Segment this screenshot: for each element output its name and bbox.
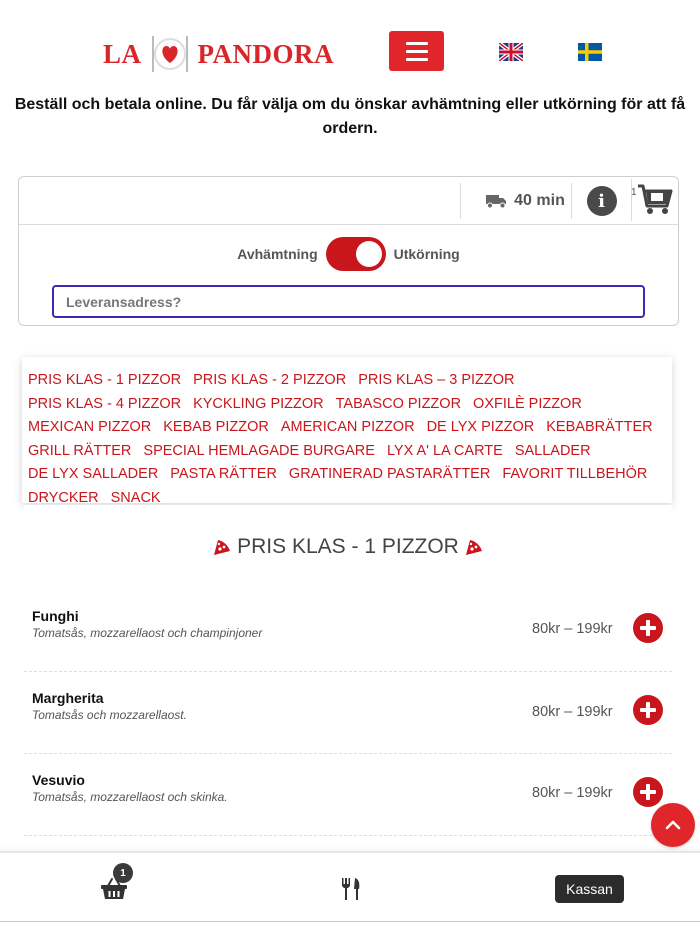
category-link[interactable]: KYCKLING PIZZOR	[193, 395, 324, 414]
category-link[interactable]: DE LYX PIZZOR	[427, 418, 535, 437]
hamburger-menu-button[interactable]	[389, 31, 444, 71]
logo-text-right: PANDORA	[197, 38, 334, 69]
pizza-slice-icon	[214, 540, 231, 555]
category-link[interactable]: DE LYX SALLADER	[28, 465, 158, 484]
add-item-button[interactable]	[633, 613, 663, 643]
sweden-flag-icon[interactable]	[578, 43, 602, 61]
cart-icon	[637, 184, 672, 214]
item-name: Vesuvio	[32, 772, 85, 788]
category-link[interactable]: PRIS KLAS – 3 PIZZOR	[358, 371, 514, 390]
pickup-label: Avhämtning	[237, 246, 318, 262]
menu-item: Vesuvio Tomatsås, mozzarellaost och skin…	[24, 754, 672, 836]
info-button[interactable]: i	[571, 183, 631, 219]
item-name: Funghi	[32, 608, 79, 624]
uk-flag-icon[interactable]	[499, 43, 523, 61]
toggle-knob	[355, 241, 382, 267]
header: LA PANDORA	[0, 0, 700, 90]
category-nav: PRIS KLAS - 1 PIZZOR PRIS KLAS - 2 PIZZOR…	[22, 357, 672, 506]
menu-item: Funghi Tomatsås, mozzarellaost och champ…	[24, 590, 672, 672]
logo-text-left: LA	[103, 38, 142, 69]
item-price: 80kr – 199kr	[532, 621, 613, 637]
delivery-time-value: 40 min	[514, 192, 565, 209]
item-name: Margherita	[32, 690, 104, 706]
delivery-toolbar: 40 min i	[19, 177, 678, 225]
pizza-slice-icon	[465, 540, 482, 555]
item-description: Tomatsås, mozzarellaost och skinka.	[32, 790, 228, 804]
category-link[interactable]: TABASCO PIZZOR	[336, 395, 461, 414]
category-link[interactable]: PASTA RÄTTER	[170, 465, 277, 484]
item-price: 80kr – 199kr	[532, 704, 613, 720]
item-description: Tomatsås och mozzarellaost.	[32, 708, 187, 722]
cart-count: 1	[631, 187, 637, 198]
delivery-label: Utkörning	[393, 246, 460, 262]
basket-count-badge: 1	[113, 863, 133, 883]
delivery-mode-toggle[interactable]	[325, 237, 386, 271]
cutlery-icon[interactable]	[340, 877, 362, 901]
hamburger-icon-line	[405, 57, 428, 61]
delivery-panel: 40 min i Avhämtning Utkörning	[18, 176, 679, 326]
intro-text: Beställ och betala online. Du får välja …	[14, 96, 686, 137]
category-link[interactable]: FAVORIT TILLBEHÖR	[502, 465, 647, 484]
category-link[interactable]: PRIS KLAS - 2 PIZZOR	[193, 371, 346, 390]
category-link[interactable]: MEXICAN PIZZOR	[28, 418, 151, 437]
category-link[interactable]: OXFILÈ PIZZOR	[473, 395, 582, 414]
logo[interactable]: LA PANDORA	[103, 26, 334, 82]
address-input[interactable]	[52, 285, 645, 318]
section-title: PRIS KLAS - 1 PIZZOR	[24, 535, 672, 559]
bottom-bar: Kassan	[0, 851, 700, 921]
category-link[interactable]: KEBABRÄTTER	[546, 418, 652, 437]
cart-button[interactable]	[631, 179, 677, 221]
category-link[interactable]: LYX A' LA CARTE	[387, 442, 503, 461]
add-item-button[interactable]	[633, 695, 663, 725]
category-link[interactable]: SALLADER	[515, 442, 591, 461]
add-item-button[interactable]	[633, 777, 663, 807]
truck-icon	[486, 195, 507, 209]
item-price: 80kr – 199kr	[532, 785, 613, 801]
info-icon: i	[586, 186, 617, 216]
category-link[interactable]: SPECIAL HEMLAGADE BURGARE	[143, 442, 375, 461]
hamburger-icon-line	[405, 41, 428, 45]
menu-item: Margherita Tomatsås och mozzarellaost. 8…	[24, 672, 672, 754]
delivery-mode-row: Avhämtning Utkörning	[19, 237, 678, 271]
bottom-strip	[0, 921, 700, 934]
category-link[interactable]: AMERICAN PIZZOR	[281, 418, 415, 437]
section-title-text: PRIS KLAS - 1 PIZZOR	[237, 535, 459, 558]
category-link[interactable]: PRIS KLAS - 4 PIZZOR	[28, 395, 181, 414]
logo-heart-plate-icon	[148, 32, 192, 76]
chevron-up-icon	[665, 820, 681, 830]
hamburger-icon-line	[405, 49, 428, 53]
category-list: PRIS KLAS - 1 PIZZOR PRIS KLAS - 2 PIZZOR…	[28, 371, 666, 507]
category-link[interactable]: KEBAB PIZZOR	[163, 418, 269, 437]
checkout-button[interactable]: Kassan	[555, 875, 624, 903]
category-link[interactable]: PRIS KLAS - 1 PIZZOR	[28, 371, 181, 390]
category-link[interactable]: GRATINERAD PASTARÄTTER	[289, 465, 490, 484]
scroll-to-top-button[interactable]	[651, 803, 695, 847]
item-description: Tomatsås, mozzarellaost och champinjoner	[32, 626, 263, 640]
category-link[interactable]: GRILL RÄTTER	[28, 442, 131, 461]
